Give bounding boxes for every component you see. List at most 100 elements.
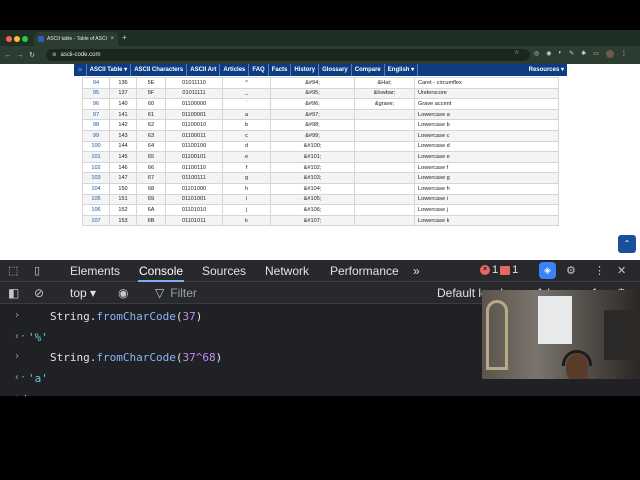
eyedropper-icon[interactable]: ✎ bbox=[569, 50, 574, 58]
close-window-button[interactable] bbox=[6, 36, 12, 42]
error-warning-counter[interactable]: × 1 1 bbox=[480, 264, 518, 276]
context-selector[interactable]: top ▾ bbox=[70, 286, 96, 300]
kebab-menu-icon[interactable]: ⋮ bbox=[621, 50, 627, 58]
cell-decimal[interactable]: 106 bbox=[82, 204, 110, 216]
new-tab-button[interactable]: + bbox=[122, 33, 127, 42]
text-cursor bbox=[25, 395, 26, 396]
puzzle-icon[interactable]: ✱ bbox=[581, 50, 586, 58]
cell-decimal[interactable]: 104 bbox=[82, 182, 110, 195]
cell-symbol: d bbox=[222, 140, 271, 153]
nav-ascii-art[interactable]: ASCII Art bbox=[187, 64, 221, 76]
site-info-icon[interactable]: ⚙ bbox=[52, 52, 56, 58]
cell-html-number: &#107; bbox=[270, 214, 355, 227]
tab-console[interactable]: Console bbox=[139, 264, 183, 278]
tab-sources[interactable]: Sources bbox=[202, 264, 246, 278]
cell-html-name bbox=[354, 182, 415, 195]
close-devtools-icon[interactable]: ✕ bbox=[617, 264, 626, 277]
webcam-overlay bbox=[482, 290, 640, 379]
cell-hex: 68 bbox=[136, 182, 166, 195]
cell-description: Lowercase g bbox=[414, 172, 559, 184]
browser-tab[interactable]: ASCII table - Table of ASCII c × bbox=[34, 32, 118, 46]
minimize-window-button[interactable] bbox=[14, 36, 20, 42]
url-bar[interactable]: ⚙ ascii-code.com bbox=[46, 49, 530, 61]
browser-tab-strip: ASCII table - Table of ASCII c × + bbox=[0, 30, 640, 46]
extension-icon[interactable]: ◎ bbox=[534, 50, 539, 58]
cell-description: Lowercase e bbox=[414, 151, 559, 163]
cell-hex: 64 bbox=[136, 140, 166, 153]
extension-icon[interactable]: ◐ bbox=[559, 50, 563, 58]
bookmark-star-icon[interactable]: ☆ bbox=[514, 49, 519, 56]
input-prompt-icon: › bbox=[14, 392, 20, 396]
forward-arrow-icon[interactable]: → bbox=[14, 52, 26, 59]
cell-binary: 01101010 bbox=[165, 204, 223, 216]
cell-html-name: &lowbar; bbox=[354, 87, 415, 100]
cell-html-number: &#106; bbox=[270, 204, 355, 216]
console-command[interactable]: String.fromCharCode(37^68) bbox=[50, 351, 222, 364]
cell-decimal[interactable]: 97 bbox=[82, 108, 110, 121]
cell-description: Grave accent bbox=[414, 98, 559, 110]
back-arrow-icon[interactable]: ← bbox=[2, 52, 14, 59]
tab-elements[interactable]: Elements bbox=[70, 264, 120, 278]
tab-performance[interactable]: Performance bbox=[330, 264, 399, 278]
clear-console-icon[interactable]: ⊘ bbox=[34, 286, 44, 300]
cell-html-number: &#95; bbox=[270, 87, 355, 100]
cell-symbol: ^ bbox=[222, 77, 271, 89]
device-toolbar-icon[interactable]: ▯ bbox=[34, 264, 40, 277]
cell-decimal[interactable]: 105 bbox=[82, 193, 110, 206]
tab-close-icon[interactable]: × bbox=[110, 36, 114, 42]
extension-icon[interactable]: ◉ bbox=[546, 50, 551, 58]
cell-decimal[interactable]: 100 bbox=[82, 140, 110, 153]
maximize-window-button[interactable] bbox=[22, 36, 28, 42]
console-prompt-input[interactable]: › bbox=[0, 392, 480, 396]
kebab-menu-icon[interactable]: ⋮ bbox=[594, 264, 605, 277]
input-prompt-icon: › bbox=[14, 351, 21, 362]
sidepanel-icon[interactable]: ▭ bbox=[593, 50, 599, 58]
nav-ascii-characters[interactable]: ASCII Characters bbox=[131, 64, 188, 76]
nav-ascii-table[interactable]: ASCII Table ▾ bbox=[87, 64, 132, 76]
cell-decimal[interactable]: 99 bbox=[82, 129, 110, 142]
table-row: 94 136 5E 01011110 ^ &#94; &Hat; Caret - circum… bbox=[82, 77, 559, 89]
nav-facts[interactable]: Facts bbox=[269, 64, 292, 76]
console-input-line: › String.fromCharCode(37) bbox=[0, 310, 480, 330]
cell-decimal[interactable]: 96 bbox=[82, 98, 110, 110]
cell-html-number: &#94; bbox=[270, 77, 355, 89]
cell-decimal[interactable]: 102 bbox=[82, 161, 110, 174]
cell-decimal[interactable]: 107 bbox=[82, 214, 110, 227]
console-result: 'a' bbox=[28, 372, 48, 385]
cell-decimal[interactable]: 103 bbox=[82, 172, 110, 184]
console-filter-input[interactable]: ▽ Filter bbox=[155, 285, 425, 301]
console-command[interactable]: String.fromCharCode(37) bbox=[50, 310, 202, 323]
reload-icon[interactable]: ↻ bbox=[26, 51, 38, 59]
cell-octal: 146 bbox=[109, 161, 137, 174]
scroll-to-top-button[interactable]: ⌃ bbox=[618, 235, 636, 253]
live-expression-eye-icon[interactable]: ◉ bbox=[118, 286, 128, 300]
cell-decimal[interactable]: 98 bbox=[82, 119, 110, 131]
nav-articles[interactable]: Articles bbox=[220, 64, 250, 76]
warning-icon bbox=[500, 265, 511, 275]
cell-html-number: &#97; bbox=[270, 108, 355, 121]
tab-network[interactable]: Network bbox=[265, 264, 309, 278]
settings-gear-icon[interactable]: ⚙ bbox=[566, 264, 576, 277]
nav-compare[interactable]: Compare bbox=[352, 64, 385, 76]
cell-description: Lowercase i bbox=[414, 193, 559, 206]
cell-description: Lowercase h bbox=[414, 182, 559, 195]
nav-history[interactable]: History bbox=[291, 64, 320, 76]
headphones bbox=[562, 350, 592, 366]
cell-decimal[interactable]: 94 bbox=[82, 77, 110, 89]
nav-resources[interactable]: Resources ▾ bbox=[529, 64, 564, 76]
nav-language[interactable]: English ▾ bbox=[385, 64, 419, 76]
sidebar-toggle-icon[interactable]: ◧ bbox=[8, 286, 19, 300]
cell-html-name bbox=[354, 140, 415, 153]
cell-decimal[interactable]: 101 bbox=[82, 151, 110, 163]
nav-faq[interactable]: FAQ bbox=[249, 64, 269, 76]
inspect-element-icon[interactable]: ⬚ bbox=[8, 264, 18, 277]
more-tabs-icon[interactable]: » bbox=[413, 264, 420, 278]
cell-decimal[interactable]: 95 bbox=[82, 87, 110, 100]
profile-avatar[interactable] bbox=[605, 50, 614, 58]
cell-hex: 63 bbox=[136, 129, 166, 142]
home-icon[interactable]: ⌂ bbox=[74, 64, 87, 76]
nav-glossary[interactable]: Glossary bbox=[319, 64, 352, 76]
ai-assistance-icon[interactable]: ◈ bbox=[539, 262, 556, 279]
cell-hex: 69 bbox=[136, 193, 166, 206]
cell-html-name bbox=[354, 129, 415, 142]
